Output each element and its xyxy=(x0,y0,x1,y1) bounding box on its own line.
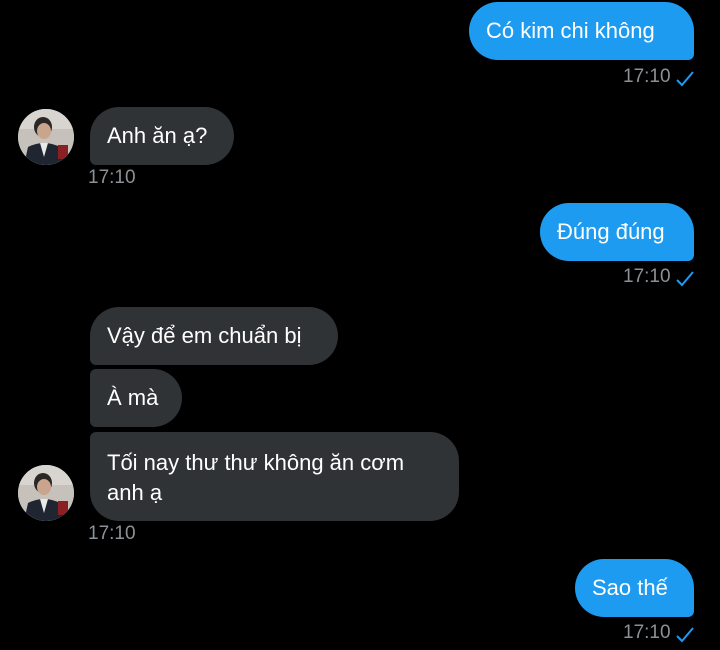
incoming-message-bubble[interactable]: Tối nay thư thư không ăn cơm anh ạ xyxy=(90,432,459,521)
outgoing-message-bubble[interactable]: Sao thế xyxy=(575,559,694,617)
incoming-message-bubble[interactable]: À mà xyxy=(90,369,182,427)
message-text-line: anh ạ xyxy=(107,480,163,505)
contact-avatar[interactable] xyxy=(18,109,74,165)
check-icon xyxy=(676,71,694,87)
incoming-message-bubble[interactable]: Vậy để em chuẩn bị xyxy=(90,307,338,365)
message-text: Anh ăn ạ? xyxy=(107,123,208,148)
message-text: Vậy để em chuẩn bị xyxy=(107,323,302,348)
check-icon xyxy=(676,271,694,287)
outgoing-message-bubble[interactable]: Có kim chi không xyxy=(469,2,694,60)
message-timestamp: 17:10 xyxy=(623,66,671,87)
message-timestamp: 17:10 xyxy=(623,622,671,643)
message-text: Có kim chi không xyxy=(486,18,655,43)
message-text: À mà xyxy=(107,385,159,410)
message-text: Sao thế xyxy=(592,575,668,600)
message-text: Đúng đúng xyxy=(557,219,665,244)
contact-avatar[interactable] xyxy=(18,465,74,521)
message-text-line: Tối nay thư thư không ăn cơm xyxy=(107,450,405,475)
check-icon xyxy=(676,627,694,643)
message-timestamp: 17:10 xyxy=(88,523,136,544)
outgoing-message-bubble[interactable]: Đúng đúng xyxy=(540,203,694,261)
message-timestamp: 17:10 xyxy=(623,266,671,287)
incoming-message-bubble[interactable]: Anh ăn ạ? xyxy=(90,107,234,165)
message-timestamp: 17:10 xyxy=(88,167,136,188)
